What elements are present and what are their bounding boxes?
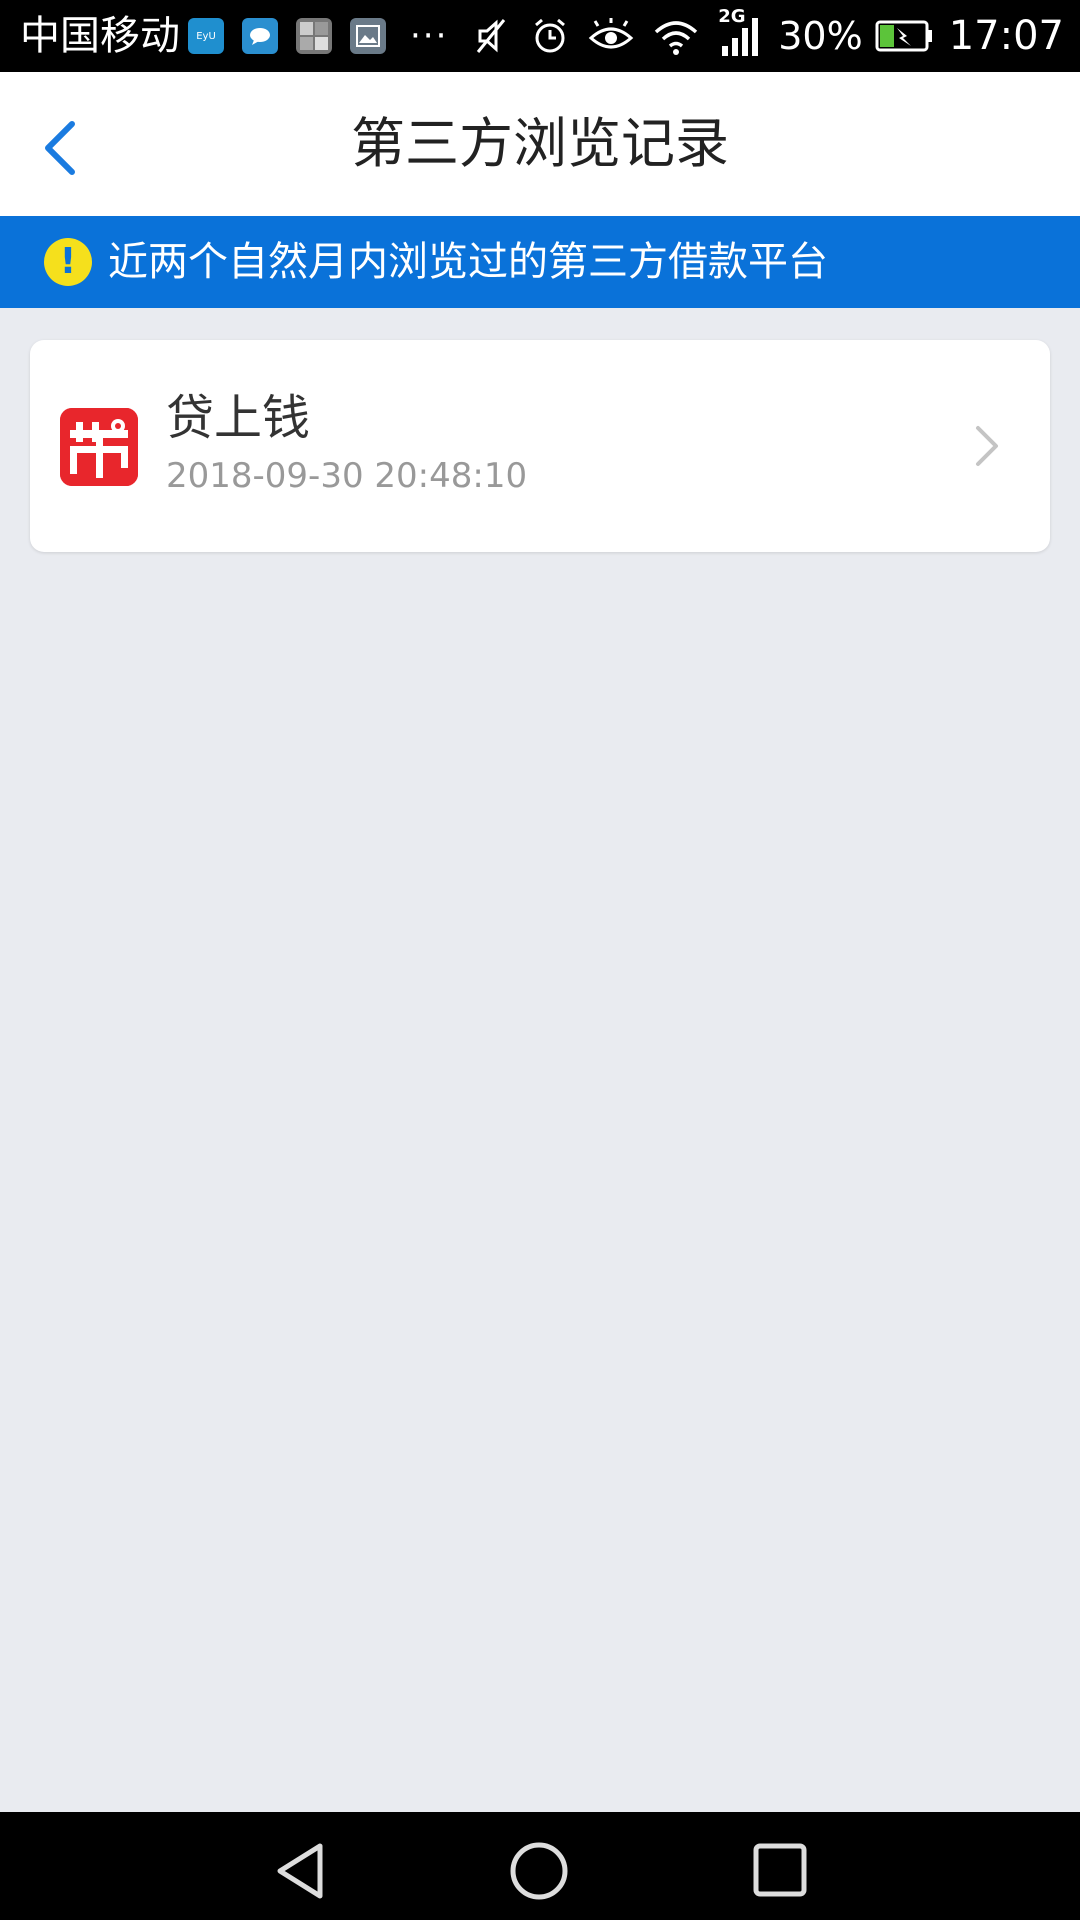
list-item[interactable]: 贷上钱 2018-09-30 20:48:10 [30,340,1050,552]
platform-logo-icon [60,408,138,486]
status-icons: 2G 30% 17:07 [454,6,1064,64]
system-nav-bar [0,1812,1080,1920]
gallery-notification-icon [296,18,332,54]
more-notifications-icon: ··· [410,16,449,56]
nav-recents-button[interactable] [746,1836,816,1906]
chat-notification-icon [242,18,278,54]
network-type: 2G [718,6,746,27]
chevron-right-icon [960,418,1010,474]
nav-back-button[interactable] [266,1836,336,1906]
circle-home-icon [510,1842,568,1900]
triangle-back-icon [277,1843,323,1899]
page-title: 第三方浏览记录 [351,112,729,175]
square-recents-icon [753,1843,807,1897]
carrier-name: 中国移动 [20,13,180,59]
battery-charging-icon [875,20,933,52]
signal-icon: 2G [718,6,760,58]
warning-icon: ! [44,238,92,286]
nav-home-button[interactable] [504,1836,574,1906]
app-header: 第三方浏览记录 [0,72,1080,216]
app-notification-icon: EyU [188,18,224,54]
browse-timestamp: 2018-09-30 20:48:10 [166,456,528,496]
platform-name: 贷上钱 [166,390,311,446]
eye-comfort-icon [588,16,634,56]
battery-percent: 30% [778,14,863,58]
image-notification-icon [350,18,386,54]
mute-icon [472,16,512,56]
wifi-icon [652,16,700,56]
notice-text: 近两个自然月内浏览过的第三方借款平台 [108,239,828,285]
alarm-icon [530,16,570,56]
clock-time: 17:07 [948,13,1064,59]
notification-icons: EyU ··· [188,16,448,56]
notice-banner: ! 近两个自然月内浏览过的第三方借款平台 [0,216,1080,308]
status-bar: 中国移动 EyU ··· 2G 30% 17:07 [0,0,1080,72]
